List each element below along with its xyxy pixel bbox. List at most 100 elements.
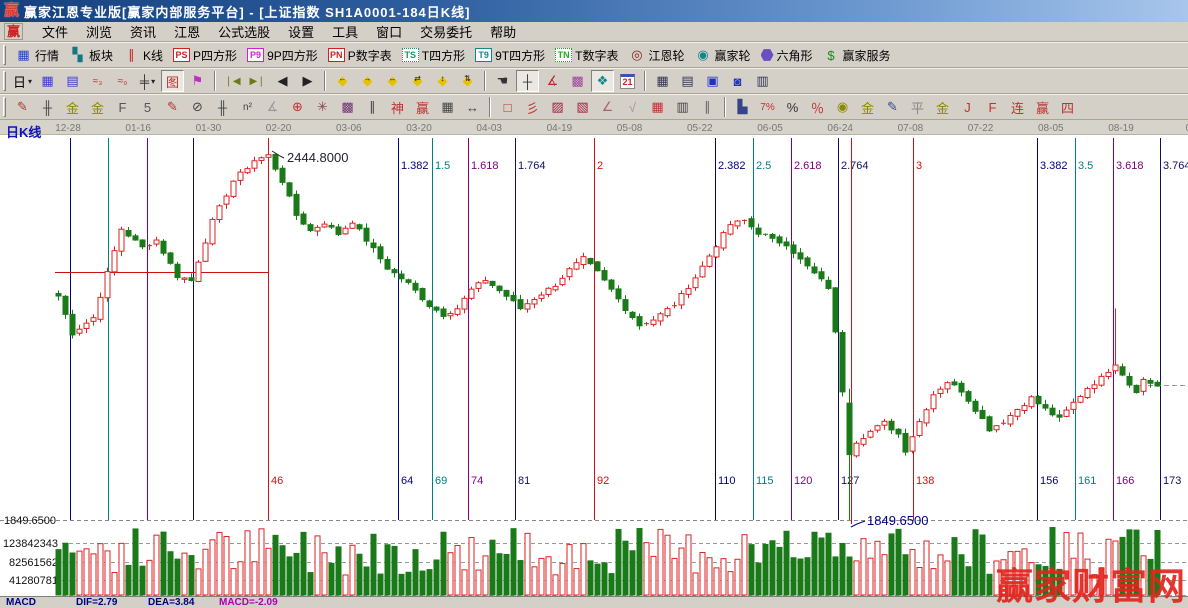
wave-check-button[interactable]: √	[621, 96, 644, 118]
number-grid-button[interactable]: ▦	[436, 96, 459, 118]
rays-button[interactable]: 彡	[521, 96, 544, 118]
hatch-box-button[interactable]: ▨	[546, 96, 569, 118]
menu-item-3[interactable]: 江恩	[165, 24, 209, 41]
hash-grid-button[interactable]: ╫	[211, 96, 234, 118]
diamond-expand-v-button[interactable]: ◆↕	[431, 70, 454, 92]
last-bar-button[interactable]: ▶❘	[246, 70, 269, 92]
kline-button[interactable]: ∥K线	[118, 43, 168, 67]
crosshair-button[interactable]: ┼	[516, 70, 539, 92]
9t-square-button[interactable]: T99T四方形	[470, 43, 550, 67]
p-number-table-button[interactable]: PNP数字表	[323, 43, 397, 67]
target-button[interactable]: ⊕	[286, 96, 309, 118]
red-box-button[interactable]: □	[496, 96, 519, 118]
gold-grid-2-button[interactable]: 金	[86, 96, 109, 118]
p-square-button[interactable]: PSP四方形	[168, 43, 242, 67]
span-arrows-button[interactable]: ↔	[461, 96, 484, 118]
j-angle-button[interactable]: J	[956, 96, 979, 118]
window-titlebar[interactable]: 赢 赢家江恩专业版[赢家内部服务平台] - [上证指数 SH1A0001-184…	[0, 0, 1188, 22]
diamond-compress-v-button[interactable]: ◆⇅	[456, 70, 479, 92]
kline-settings-button[interactable]: 图	[161, 70, 184, 92]
t-square-button[interactable]: TST四方形	[397, 43, 470, 67]
shen-grid-button[interactable]: 神	[386, 96, 409, 118]
hatch-box-2-button[interactable]: ▧	[571, 96, 594, 118]
menu-item-5[interactable]: 设置	[279, 24, 323, 41]
save-button[interactable]: ▣	[701, 70, 724, 92]
menu-item-4[interactable]: 公式选股	[209, 24, 279, 41]
candle-body	[434, 307, 439, 310]
calculator-button[interactable]: ▦	[651, 70, 674, 92]
price-count-button[interactable]: ▙	[731, 96, 754, 118]
n-squared-button[interactable]: n²	[236, 96, 259, 118]
menu-item-9[interactable]: 帮助	[481, 24, 525, 41]
first-bar-button[interactable]: ❘◀	[221, 70, 244, 92]
diamond-scroll-right-button[interactable]: ◆→	[356, 70, 379, 92]
gold-angle-button[interactable]: 金	[931, 96, 954, 118]
calendar-21-button[interactable]: 21	[616, 70, 639, 92]
winner-service-button[interactable]: $赢家服务	[818, 43, 896, 67]
prev-bar-button[interactable]: ◀	[271, 70, 294, 92]
angle-measure-button[interactable]: ∡	[541, 70, 564, 92]
si-angle-button[interactable]: 四	[1056, 96, 1079, 118]
angle-ruler-button[interactable]: ∡	[261, 96, 284, 118]
volume-bar	[805, 558, 810, 595]
star-tool-button[interactable]: ❖	[591, 70, 614, 92]
gold-line-button[interactable]: 金	[856, 96, 879, 118]
9p-square-button[interactable]: P99P四方形	[242, 43, 323, 67]
menu-item-0[interactable]: 文件	[33, 24, 77, 41]
grid-tool-button[interactable]: ╫	[36, 96, 59, 118]
drag-hand-button[interactable]: ☚	[491, 70, 514, 92]
diamond-compress-h-button[interactable]: ◆⇄	[406, 70, 429, 92]
hexagon-button[interactable]: 六角形	[756, 43, 818, 67]
winner-wheel-button[interactable]: ◉赢家轮	[689, 43, 755, 67]
gann-grid-button[interactable]: ▩	[566, 70, 589, 92]
zigzag-percent-button[interactable]: 7%	[756, 96, 779, 118]
gann-wheel-button[interactable]: ◎江恩轮	[623, 43, 689, 67]
color-chart-button[interactable]: ⚑	[186, 70, 209, 92]
percent-line-button[interactable]: ％	[806, 96, 829, 118]
menu-item-6[interactable]: 工具	[323, 24, 367, 41]
pencil-tool-button[interactable]: ✎	[161, 96, 184, 118]
diamond-expand-h-button[interactable]: ◆↔	[381, 70, 404, 92]
menu-item-7[interactable]: 窗口	[367, 24, 411, 41]
notes-button[interactable]: ▤	[676, 70, 699, 92]
candle-style-button[interactable]: ╪▾	[136, 70, 159, 92]
gold-grid-button[interactable]: 金	[61, 96, 84, 118]
save-as-button[interactable]: ◙	[726, 70, 749, 92]
ying-angle-button[interactable]: 赢	[1031, 96, 1054, 118]
menu-item-8[interactable]: 交易委托	[411, 24, 481, 41]
circle-grid-button[interactable]: ⊘	[186, 96, 209, 118]
pen-bars-button[interactable]: ✎	[881, 96, 904, 118]
balance-button[interactable]: 平	[906, 96, 929, 118]
menu-item-2[interactable]: 资讯	[121, 24, 165, 41]
chart-canvas[interactable]: 12-2801-1601-3002-2003-0603-2004-0304-19…	[0, 120, 1188, 596]
f-grid-button[interactable]: F	[111, 96, 134, 118]
t-number-table-button[interactable]: TNT数字表	[550, 43, 623, 67]
grid-box-button[interactable]: ▥	[671, 96, 694, 118]
info-panel-button[interactable]: ▤	[61, 70, 84, 92]
gold-circle-button[interactable]: ◉	[831, 96, 854, 118]
volume-bar	[588, 561, 593, 595]
print-button[interactable]: ▥	[751, 70, 774, 92]
next-bar-button[interactable]: ▶	[296, 70, 319, 92]
brush-tool-button[interactable]: ✎	[11, 96, 34, 118]
web-box-button[interactable]: ▩	[336, 96, 359, 118]
period-day-button[interactable]: 日▾	[11, 70, 34, 92]
lian-angle-button[interactable]: 连	[1006, 96, 1029, 118]
percent-button[interactable]: %	[781, 96, 804, 118]
spiderweb-button[interactable]: ✳	[311, 96, 334, 118]
sectors-button[interactable]: ▚板块	[64, 43, 118, 67]
k-marks-button[interactable]: ∥	[361, 96, 384, 118]
diamond-scroll-left-button[interactable]: ◆←	[331, 70, 354, 92]
angle-rays-button[interactable]: ∠	[596, 96, 619, 118]
quotes-button[interactable]: ▦行情	[10, 43, 64, 67]
slashes-button[interactable]: ∥	[696, 96, 719, 118]
ying-grid-button[interactable]: 赢	[411, 96, 434, 118]
five-grid-button[interactable]: 5	[136, 96, 159, 118]
f-angle-button[interactable]: F	[981, 96, 1004, 118]
window-layout-button[interactable]: ▦	[36, 70, 59, 92]
menu-item-1[interactable]: 浏览	[77, 24, 121, 41]
red-grid-button[interactable]: ▦	[646, 96, 669, 118]
menu-logo-icon[interactable]: 赢	[4, 23, 23, 40]
wave-3-button[interactable]: ≈₃	[86, 70, 109, 92]
wave-9-button[interactable]: ≈₉	[111, 70, 134, 92]
